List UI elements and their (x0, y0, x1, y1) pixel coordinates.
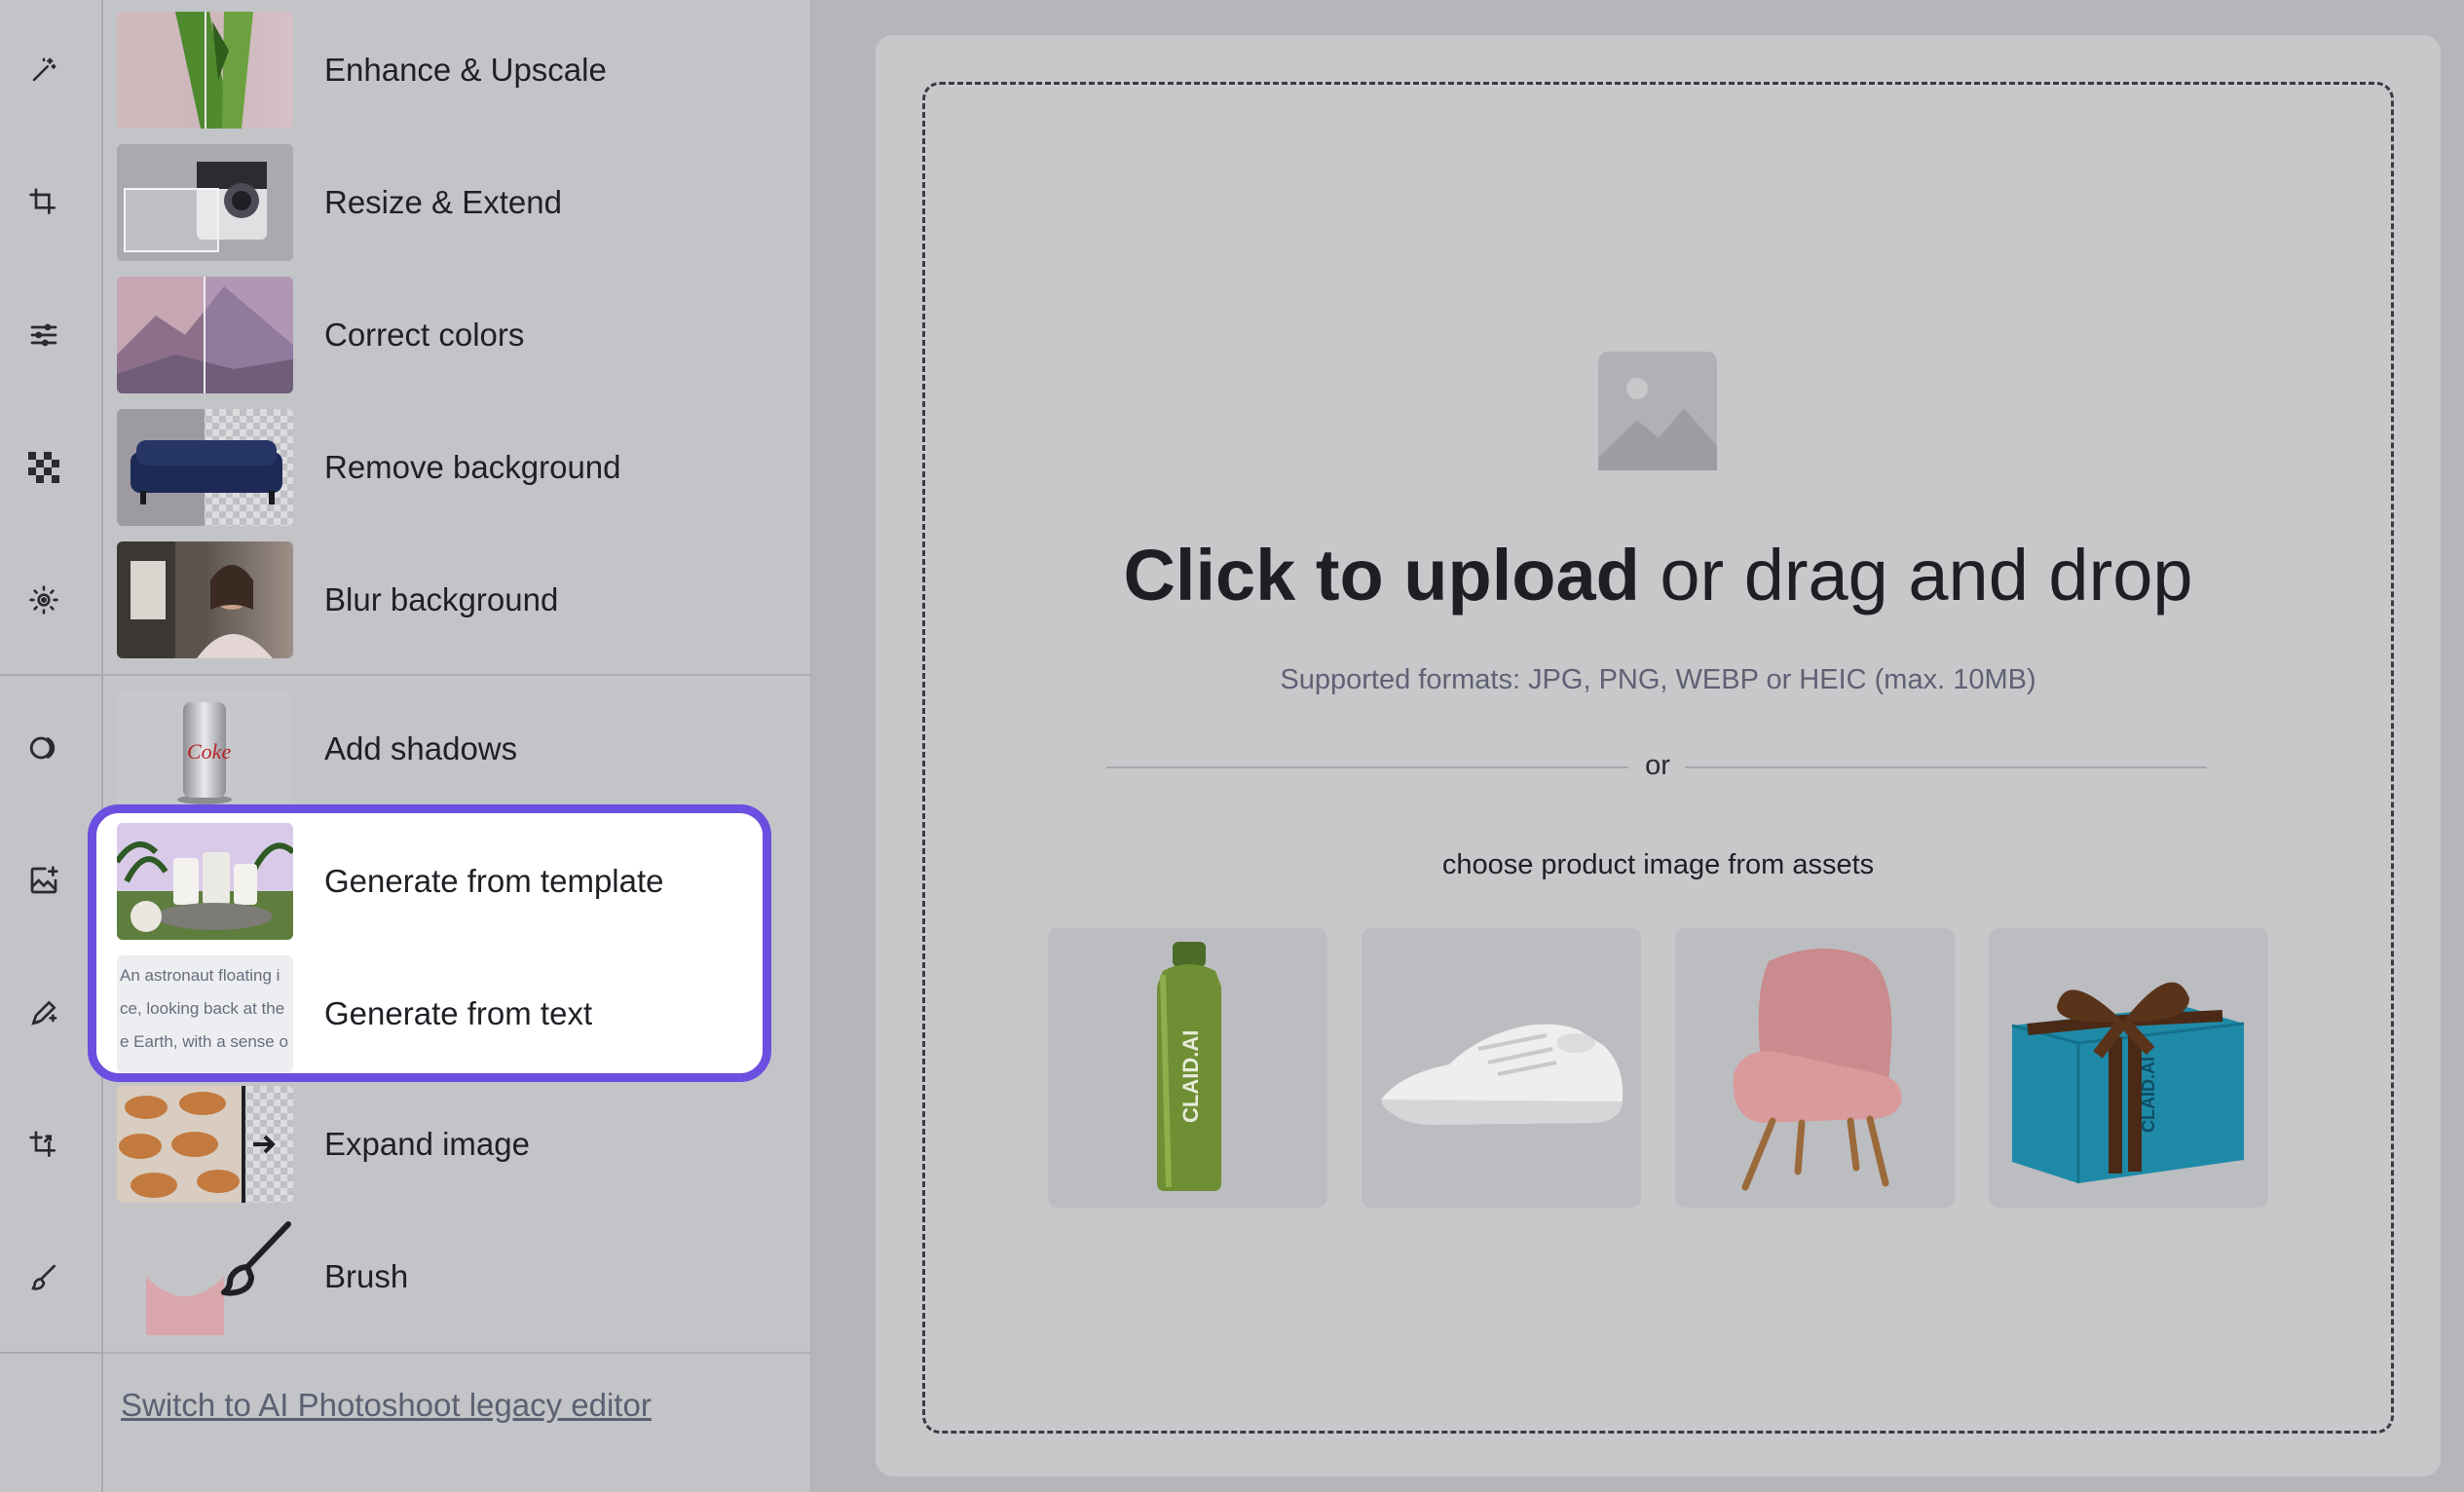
blur-icon[interactable] (20, 577, 67, 623)
enhance-thumbnail (117, 12, 293, 129)
shadow-icon[interactable] (20, 725, 67, 771)
tool-label: Correct colors (324, 317, 525, 353)
correct-colors-thumbnail (117, 277, 293, 393)
tool-label: Enhance & Upscale (324, 52, 607, 88)
sliders-icon[interactable] (20, 312, 67, 358)
panel-divider (103, 674, 812, 676)
supported-formats-text: Supported formats: JPG, PNG, WEBP or HEI… (1280, 664, 2036, 695)
panel-divider (103, 1352, 812, 1354)
tool-label: Expand image (324, 1126, 530, 1162)
icon-rail (0, 0, 103, 1492)
add-shadows-thumbnail: Coke (117, 690, 293, 807)
image-placeholder-icon (1598, 352, 1717, 470)
remove-background-thumbnail (117, 409, 293, 526)
thumb-text-line: ce, looking back at the (120, 999, 285, 1018)
tool-remove-background[interactable]: Remove background (117, 408, 789, 527)
asset-gift-box[interactable]: CLAID.AI (1989, 928, 2268, 1208)
choose-assets-text: choose product image from assets (1441, 849, 1875, 880)
or-divider-right (1685, 766, 2207, 768)
tool-generate-from-template[interactable]: Generate from template (117, 822, 760, 941)
tool-label: Remove background (324, 449, 621, 485)
image-plus-icon[interactable] (20, 857, 67, 904)
expand-image-thumbnail (117, 1086, 293, 1203)
tool-label: Generate from text (324, 995, 593, 1031)
or-divider-left (1106, 766, 1628, 768)
legacy-editor-link[interactable]: Switch to AI Photoshoot legacy editor (121, 1387, 652, 1424)
brush-icon[interactable] (20, 1254, 67, 1301)
magic-wand-icon[interactable] (20, 47, 67, 93)
click-to-upload-text[interactable]: Click to upload (1123, 535, 1639, 615)
rail-divider (0, 1352, 103, 1354)
bottle-label: CLAID.AI (1178, 1030, 1203, 1123)
pen-sparkle-icon[interactable] (20, 989, 67, 1036)
asset-bottle[interactable]: CLAID.AI (1048, 928, 1327, 1208)
tool-enhance-upscale[interactable]: Enhance & Upscale (117, 11, 789, 130)
thumb-text-line: An astronaut floating i (120, 966, 280, 985)
tool-generate-from-text[interactable]: An astronaut floating i ce, looking back… (117, 954, 760, 1073)
asset-sneaker[interactable] (1362, 928, 1641, 1208)
generate-text-thumbnail: An astronaut floating i ce, looking back… (117, 955, 293, 1072)
upload-headline[interactable]: Click to upload or drag and drop (922, 534, 2394, 616)
svg-text:Coke: Coke (187, 739, 231, 764)
rail-divider (0, 674, 103, 676)
asset-chair[interactable] (1675, 928, 1955, 1208)
tool-expand-image[interactable]: Expand image (117, 1085, 789, 1204)
thumb-text-line: e Earth, with a sense o (120, 1032, 288, 1051)
brush-thumbnail (117, 1218, 293, 1335)
tool-label: Add shadows (324, 730, 518, 766)
tool-label: Generate from template (324, 863, 664, 899)
expand-crop-icon[interactable] (20, 1122, 67, 1169)
crop-icon[interactable] (20, 179, 67, 226)
tool-correct-colors[interactable]: Correct colors (117, 276, 789, 394)
tool-label: Blur background (324, 581, 559, 617)
checkerboard-icon[interactable] (20, 444, 67, 491)
blur-background-thumbnail (117, 541, 293, 658)
tool-resize-extend[interactable]: Resize & Extend (117, 143, 789, 262)
drag-and-drop-text: or drag and drop (1639, 535, 2193, 615)
tool-brush[interactable]: Brush (117, 1217, 789, 1336)
tool-label: Brush (324, 1258, 409, 1294)
tool-label: Resize & Extend (324, 184, 562, 220)
tool-blur-background[interactable]: Blur background (117, 541, 789, 659)
generate-template-thumbnail (117, 823, 293, 940)
resize-thumbnail (117, 144, 293, 261)
box-label: CLAID.AI (2139, 1057, 2158, 1133)
tool-add-shadows[interactable]: Coke Add shadows (117, 690, 789, 808)
tools-panel: Enhance & Upscale Resize & Extend Correc… (103, 0, 812, 1492)
